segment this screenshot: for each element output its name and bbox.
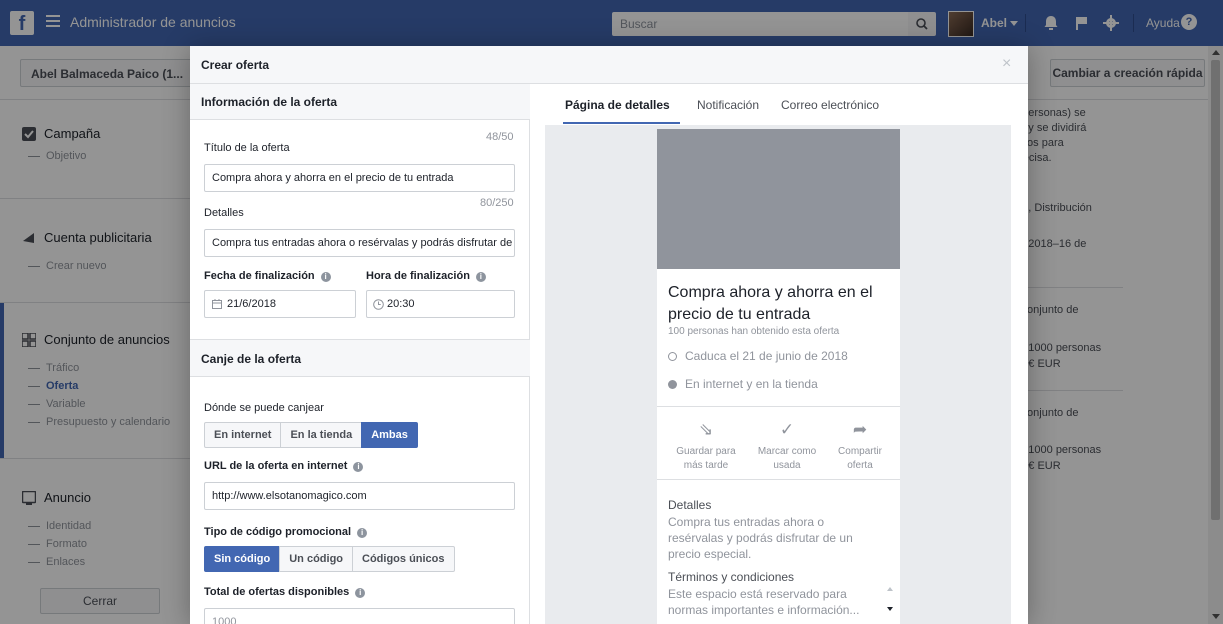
- checkmark-icon: ✓: [779, 420, 795, 439]
- offer-preview-card: Compra ahora y ahorra en el precio de tu…: [657, 129, 900, 624]
- create-offer-dialog: Crear oferta × Información de la oferta …: [190, 46, 1028, 624]
- offer-info-heading: Información de la oferta: [201, 95, 338, 109]
- clock-icon: [668, 352, 677, 361]
- save-for-later-icon: ⇘: [698, 420, 714, 439]
- info-icon[interactable]: i: [357, 528, 368, 538]
- option-online[interactable]: En internet: [204, 422, 282, 448]
- clock-icon: [373, 299, 384, 310]
- mark-used-action[interactable]: ✓ Marcar como usada: [752, 419, 822, 473]
- offer-form: Información de la oferta 48/50 Título de…: [190, 84, 530, 624]
- end-date-label: Fecha de finalización i: [204, 270, 331, 282]
- offer-claimed-count: 100 personas han obtenido esta oferta: [668, 326, 840, 337]
- end-time-label-text: Hora de finalización: [366, 270, 470, 282]
- offer-preview-title: Compra ahora y ahorra en el precio de tu…: [668, 284, 873, 323]
- share-offer-label: Compartir oferta: [838, 446, 882, 471]
- promo-code-selector: Sin código Un código Códigos únicos: [204, 546, 455, 572]
- terms-scrollbar[interactable]: [885, 585, 895, 623]
- mark-used-label: Marcar como usada: [757, 446, 817, 471]
- details-label: Detalles: [204, 207, 244, 219]
- tab-details-page[interactable]: Página de detalles: [565, 98, 670, 112]
- card-divider: [657, 479, 900, 480]
- share-offer-action[interactable]: ➦ Compartir oferta: [825, 419, 895, 473]
- save-for-later-label: Guardar para más tarde: [676, 446, 736, 471]
- active-tab-indicator: [563, 122, 680, 124]
- offer-image-placeholder: [657, 129, 900, 269]
- scroll-up-icon[interactable]: [887, 587, 893, 591]
- terms-text: Este espacio está reservado para normas …: [668, 587, 860, 617]
- details-input[interactable]: Compra tus entradas ahora o resérvalas y…: [204, 229, 515, 257]
- info-icon[interactable]: i: [320, 272, 331, 282]
- total-offers-label-text: Total de ofertas disponibles: [204, 586, 350, 598]
- close-icon[interactable]: ×: [1002, 56, 1011, 72]
- option-both[interactable]: Ambas: [361, 422, 418, 448]
- save-for-later-action[interactable]: ⇘ Guardar para más tarde: [671, 419, 741, 473]
- offer-preview: Página de detalles Notificación Correo e…: [531, 84, 1028, 624]
- offer-url-label: URL de la oferta en internet i: [204, 460, 364, 472]
- offer-info-header: Información de la oferta: [190, 84, 530, 120]
- redeem-header: Canje de la oferta: [190, 339, 530, 377]
- info-icon[interactable]: i: [475, 272, 486, 282]
- info-icon[interactable]: i: [355, 588, 366, 598]
- total-offers-input[interactable]: 1000: [204, 608, 515, 624]
- details-heading: Detalles: [668, 498, 712, 512]
- terms-heading: Términos y condiciones: [668, 570, 795, 584]
- option-unique-codes[interactable]: Códigos únicos: [352, 546, 455, 572]
- details-char-counter: 80/250: [480, 197, 514, 209]
- share-icon: ➦: [852, 420, 868, 439]
- globe-icon: [668, 380, 677, 389]
- tab-email[interactable]: Correo electrónico: [781, 98, 879, 112]
- offer-expiry-text: Caduca el 21 de junio de 2018: [685, 349, 848, 363]
- offer-location-text: En internet y en la tienda: [685, 377, 818, 391]
- preview-tabs: Página de detalles Notificación Correo e…: [531, 84, 1028, 124]
- title-char-counter: 48/50: [486, 131, 514, 143]
- where-redeem-label: Dónde se puede canjear: [204, 402, 324, 414]
- end-date-value: 21/6/2018: [227, 298, 276, 310]
- tab-notification[interactable]: Notificación: [697, 98, 759, 112]
- offer-title-label: Título de la oferta: [204, 142, 290, 154]
- end-time-label: Hora de finalización i: [366, 270, 486, 282]
- details-text: Compra tus entradas ahora o resérvalas y…: [668, 515, 853, 561]
- offer-url-input[interactable]: http://www.elsotanomagico.com: [204, 482, 515, 510]
- option-one-code[interactable]: Un código: [279, 546, 354, 572]
- preview-canvas: Compra ahora y ahorra en el precio de tu…: [545, 125, 1011, 624]
- end-date-input[interactable]: 21/6/2018: [204, 290, 356, 318]
- info-icon[interactable]: i: [353, 462, 364, 472]
- offer-title-input[interactable]: Compra ahora y ahorra en el precio de tu…: [204, 164, 515, 192]
- option-in-store[interactable]: En la tienda: [280, 422, 363, 448]
- where-redeem-selector: En internet En la tienda Ambas: [204, 422, 418, 448]
- offer-url-label-text: URL de la oferta en internet: [204, 460, 348, 472]
- end-time-value: 20:30: [387, 298, 415, 310]
- option-no-code[interactable]: Sin código: [204, 546, 281, 572]
- card-divider: [657, 406, 900, 407]
- scroll-down-icon[interactable]: [887, 607, 893, 611]
- promo-code-label-text: Tipo de código promocional: [204, 526, 352, 538]
- dialog-header: Crear oferta ×: [190, 46, 1028, 84]
- dialog-title: Crear oferta: [201, 58, 270, 72]
- promo-code-label: Tipo de código promocional i: [204, 526, 368, 538]
- calendar-icon: [212, 299, 222, 309]
- total-offers-label: Total de ofertas disponibles i: [204, 586, 366, 598]
- offer-location: En internet y en la tienda: [668, 377, 818, 391]
- end-date-label-text: Fecha de finalización: [204, 270, 315, 282]
- offer-expiry: Caduca el 21 de junio de 2018: [668, 349, 848, 363]
- redeem-heading: Canje de la oferta: [201, 352, 302, 366]
- end-time-input[interactable]: 20:30: [366, 290, 515, 318]
